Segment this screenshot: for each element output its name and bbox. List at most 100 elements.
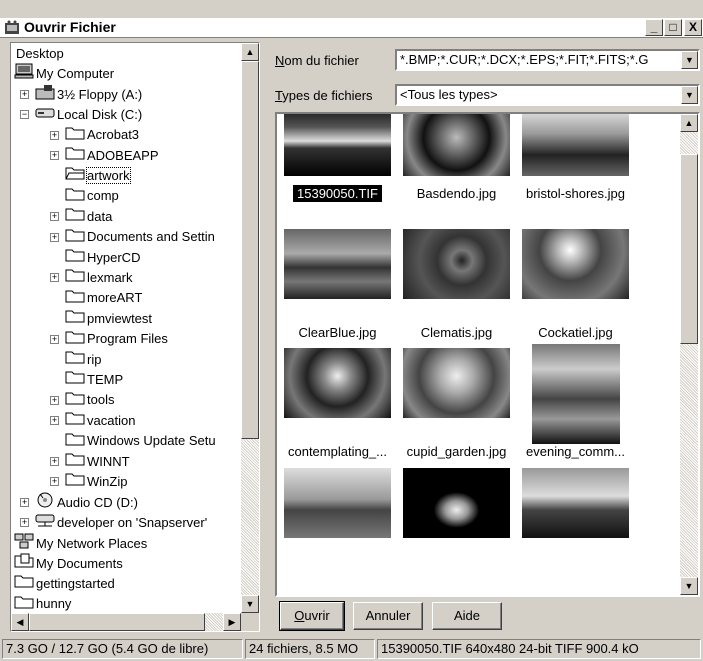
- tree-scroll-up-button[interactable]: ▲: [241, 43, 259, 61]
- folder-icon: [65, 329, 85, 350]
- help-button[interactable]: Aide: [432, 602, 502, 630]
- filename-combo[interactable]: *.BMP;*.CUR;*.DCX;*.EPS;*.FIT;*.FITS;*.G…: [395, 49, 700, 71]
- thumb-scroll-thumb[interactable]: [680, 154, 698, 344]
- thumb-vertical-scrollbar[interactable]: ▲ ▼: [680, 114, 698, 595]
- thumbnail-filename: bristol-shores.jpg: [526, 186, 625, 201]
- tree-expander-plus-icon[interactable]: +: [20, 518, 29, 528]
- folder-tree-panel[interactable]: Desktop My Computer +3½ Floppy (A:) − Local …: [10, 42, 260, 632]
- tree-item[interactable]: Windows Update Setu: [65, 431, 216, 451]
- tree-expander-plus-icon[interactable]: +: [50, 334, 59, 344]
- tree-item[interactable]: Acrobat3: [65, 125, 139, 145]
- network-drive-icon: [35, 512, 55, 534]
- thumbnail-filename: evening_comm...: [526, 444, 625, 459]
- tree-item[interactable]: hunny: [14, 594, 71, 613]
- tree-expander-plus-icon[interactable]: +: [50, 395, 59, 405]
- thumbnail-image: [403, 468, 510, 538]
- tree-item[interactable]: data: [65, 206, 112, 226]
- thumbnail-image: [403, 348, 510, 418]
- thumbnail-filename: Basdendo.jpg: [416, 186, 497, 201]
- tree-expander-plus-icon[interactable]: +: [50, 416, 59, 426]
- tree-item[interactable]: artwork: [65, 165, 131, 185]
- tree-item[interactable]: HyperCD: [65, 247, 140, 267]
- tree-item[interactable]: pmviewtest: [65, 308, 152, 328]
- tree-item-label: Documents and Settin: [87, 229, 215, 245]
- folder-icon: [65, 145, 85, 166]
- tree-item[interactable]: My Network Places: [14, 533, 147, 553]
- folder-tree[interactable]: Desktop My Computer +3½ Floppy (A:) − Local …: [11, 43, 241, 613]
- maximize-button[interactable]: □: [664, 19, 682, 36]
- tree-horizontal-scrollbar[interactable]: ◀ ▶: [11, 613, 241, 631]
- thumbnail-filename: Cockatiel.jpg: [538, 325, 613, 340]
- thumb-scroll-down-button[interactable]: ▼: [680, 577, 698, 595]
- filename-value[interactable]: *.BMP;*.CUR;*.DCX;*.EPS;*.FIT;*.FITS;*.G: [400, 52, 649, 67]
- tree-expander-plus-icon[interactable]: +: [50, 130, 59, 140]
- tree-expander-plus-icon[interactable]: +: [50, 232, 59, 242]
- tree-expander-plus-icon[interactable]: +: [50, 477, 59, 487]
- thumbnail-filename: cupid_garden.jpg: [406, 444, 507, 459]
- tree-item[interactable]: My Computer: [14, 63, 114, 83]
- thumbnail-image: [403, 229, 510, 299]
- scroll-corner: [241, 613, 259, 631]
- tree-scroll-thumb[interactable]: [241, 61, 259, 439]
- tree-expander-minus-icon[interactable]: −: [20, 110, 29, 120]
- filetype-combo[interactable]: <Tous les types> ▼: [395, 84, 700, 106]
- tree-item[interactable]: Desktop: [14, 43, 64, 63]
- tree-item[interactable]: moreART: [65, 288, 142, 308]
- filename-dropdown-button[interactable]: ▼: [681, 51, 698, 69]
- tree-expander-plus-icon[interactable]: +: [20, 497, 29, 507]
- tree-item[interactable]: gettingstarted: [14, 573, 115, 593]
- tree-item[interactable]: Local Disk (C:): [35, 104, 142, 124]
- tree-item[interactable]: ADOBEAPP: [65, 145, 159, 165]
- thumbnail-image: [531, 344, 620, 444]
- cancel-button[interactable]: Annuler: [353, 602, 423, 630]
- tree-item-label: TEMP: [87, 371, 124, 387]
- tree-scroll-right-button[interactable]: ▶: [223, 613, 241, 631]
- tree-expander-plus-icon[interactable]: +: [50, 212, 59, 222]
- thumbnail-image: [284, 468, 391, 538]
- tree-item[interactable]: 3½ Floppy (A:): [35, 84, 142, 104]
- folder-icon: [65, 410, 85, 431]
- tree-item[interactable]: My Documents: [14, 553, 123, 573]
- tree-expander-plus-icon[interactable]: +: [50, 273, 59, 283]
- tree-scroll-left-button[interactable]: ◀: [11, 613, 29, 631]
- tree-item[interactable]: rip: [65, 349, 101, 369]
- thumbnail-panel[interactable]: 15390050.TIF Basdendo.jpg bristol-shores.j…: [275, 112, 700, 597]
- filetype-value[interactable]: <Tous les types>: [400, 87, 498, 102]
- tree-item[interactable]: vacation: [65, 410, 135, 430]
- drive-icon: [35, 104, 55, 126]
- tree-item[interactable]: tools: [65, 390, 114, 410]
- folder-icon: [14, 594, 34, 613]
- tree-expander-plus-icon[interactable]: +: [50, 151, 59, 160]
- minimize-button[interactable]: _: [645, 19, 663, 36]
- folder-icon: [65, 471, 85, 492]
- tree-item[interactable]: Audio CD (D:): [35, 492, 138, 512]
- open-button[interactable]: Ouvrir: [279, 601, 345, 631]
- thumb-scroll-up-button[interactable]: ▲: [680, 114, 698, 132]
- tree-item[interactable]: comp: [65, 186, 119, 206]
- tree-expander-plus-icon[interactable]: +: [50, 457, 59, 466]
- title-bar[interactable]: Ouvrir Fichier _ □ X: [0, 18, 703, 38]
- tree-item-label: WinZip: [87, 473, 128, 489]
- tree-item-label: rip: [87, 351, 102, 367]
- open-file-dialog: Ouvrir Fichier _ □ X Desktop My Computer +…: [0, 0, 703, 661]
- tree-item-label: HyperCD: [87, 249, 141, 265]
- tree-item[interactable]: TEMP: [65, 369, 123, 389]
- tree-expander-plus-icon[interactable]: +: [20, 89, 29, 99]
- tree-item[interactable]: lexmark: [65, 267, 133, 287]
- filetype-dropdown-button[interactable]: ▼: [681, 86, 698, 104]
- tree-item-label: Program Files: [87, 331, 168, 347]
- close-button[interactable]: X: [684, 19, 702, 36]
- tree-item-label: tools: [87, 392, 115, 408]
- status-selection-info: 15390050.TIF 640x480 24-bit TIFF 900.4 k…: [377, 639, 701, 659]
- tree-hscroll-thumb[interactable]: [29, 613, 205, 631]
- tree-item[interactable]: WINNT: [65, 451, 130, 471]
- tree-item[interactable]: Documents and Settin: [65, 227, 215, 247]
- tree-vertical-scrollbar[interactable]: ▲ ▼: [241, 43, 259, 613]
- tree-item-label: lexmark: [87, 269, 133, 285]
- tree-item[interactable]: Program Files: [65, 329, 168, 349]
- tree-item[interactable]: developer on 'Snapserver': [35, 512, 207, 532]
- tree-item[interactable]: WinZip: [65, 471, 127, 491]
- thumbnail-image: [522, 468, 629, 538]
- tree-scroll-down-button[interactable]: ▼: [241, 595, 259, 613]
- thumbnail-filename: contemplating_...: [287, 444, 387, 459]
